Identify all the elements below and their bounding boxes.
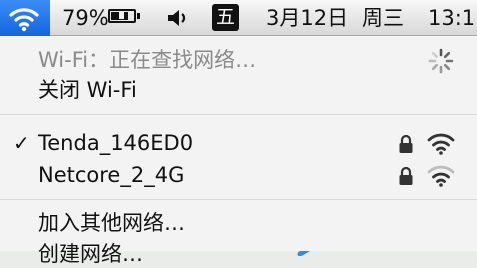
spinner-icon	[428, 48, 454, 74]
turn-off-wifi-item[interactable]: 关闭 Wi-Fi	[38, 76, 137, 104]
menu-separator	[0, 199, 477, 200]
network-item-tenda[interactable]: Tenda_146ED0	[38, 129, 193, 157]
wifi-icon	[9, 8, 39, 32]
wifi-dropdown-menu: Wi-Fi：正在查找网络… 关闭 Wi-Fi ✓ Tenda_146ED0 Ne…	[0, 36, 477, 266]
network-item-netcore[interactable]: Netcore_2_4G	[38, 161, 184, 189]
menubar-date[interactable]: 3月12日	[266, 3, 348, 33]
lock-icon	[399, 134, 413, 153]
volume-icon[interactable]	[166, 7, 190, 29]
menu-bar: 79% 五 3月12日 周三 13:1	[0, 0, 477, 36]
wifi-signal-icon	[427, 133, 455, 155]
menubar-time[interactable]: 13:1	[428, 3, 475, 33]
battery-tip	[137, 13, 140, 19]
wifi-status-text: Wi-Fi：正在查找网络…	[38, 48, 257, 72]
lock-icon	[399, 166, 413, 185]
join-other-network-item[interactable]: 加入其他网络…	[38, 209, 185, 237]
input-method-indicator[interactable]: 五	[212, 4, 239, 31]
wifi-menu-button[interactable]	[0, 0, 50, 36]
battery-plug-gap	[119, 12, 124, 19]
checkmark-icon: ✓	[13, 131, 30, 155]
create-network-item[interactable]: 创建网络…	[38, 240, 143, 268]
wifi-signal-icon	[427, 165, 455, 187]
menu-separator	[0, 114, 477, 115]
battery-percent[interactable]: 79%	[62, 3, 109, 33]
menubar-weekday[interactable]: 周三	[362, 3, 404, 33]
